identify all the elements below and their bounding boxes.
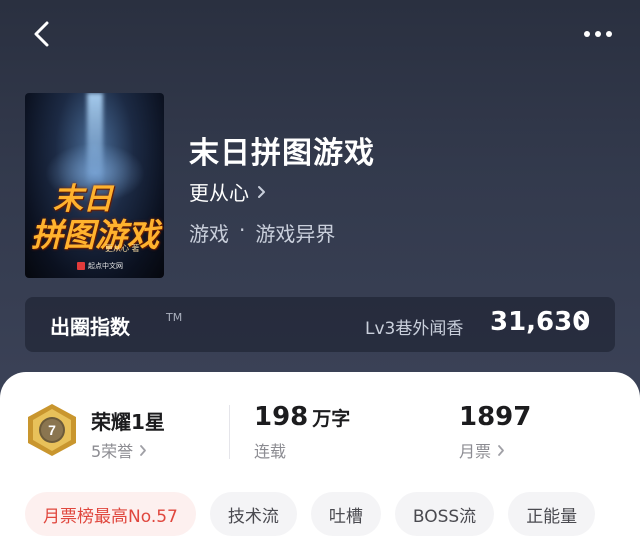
tag-item[interactable]: BOSS流 — [394, 492, 495, 536]
author-name: 更从心 — [189, 181, 249, 205]
index-trademark: TM — [166, 311, 183, 324]
more-horizontal-icon — [584, 31, 612, 37]
back-button[interactable] — [26, 18, 58, 50]
chevron-right-icon — [498, 444, 504, 456]
index-label: 出圈指数 — [50, 315, 130, 339]
cover-title-line1: 末日 — [53, 182, 113, 217]
tag-item[interactable]: 技术流 — [209, 492, 297, 536]
genre-category[interactable]: 游戏 — [189, 218, 229, 247]
index-value: 31,630 — [490, 307, 591, 337]
honor-count: 5荣誉 — [91, 442, 134, 461]
chevron-right-icon — [577, 315, 587, 331]
author-link[interactable]: 更从心 — [189, 177, 266, 206]
honor-badge-icon[interactable]: 7 — [26, 403, 78, 457]
popularity-index-card[interactable]: 出圈指数 TM Lv3巷外闻香 31,630 — [25, 297, 615, 352]
chevron-left-icon — [34, 21, 49, 47]
monthly-votes-label: 月票 — [459, 442, 492, 461]
cover-publisher: 起点中文网 — [77, 261, 123, 271]
word-count-number: 198 — [254, 402, 309, 432]
book-stats-sheet: 7 荣耀1星 5荣誉 198 万字 连载 1897 月票 月票榜最高No.57 … — [0, 372, 640, 557]
book-title: 末日拼图游戏 — [189, 136, 375, 171]
index-level: Lv3巷外闻香 — [365, 319, 464, 339]
serial-status: 连载 — [254, 442, 287, 461]
book-cover[interactable]: 末日 拼图游戏 更从心 著 起点中文网 — [25, 93, 164, 278]
cover-title: 末日 拼图游戏 — [31, 182, 159, 252]
chevron-right-icon — [140, 444, 147, 456]
more-button[interactable] — [576, 18, 620, 50]
cover-light-beam — [87, 93, 103, 183]
chevron-right-icon — [258, 185, 265, 198]
honor-title: 荣耀1星 — [91, 410, 165, 434]
stats-divider — [229, 405, 230, 459]
tag-item[interactable]: 正能量 — [508, 492, 596, 536]
genre-row: 游戏 · 游戏异界 — [189, 218, 335, 247]
genre-separator: · — [239, 218, 246, 242]
word-count: 198 万字 — [254, 402, 350, 432]
cover-publisher-name: 起点中文网 — [88, 262, 123, 270]
honor-link[interactable]: 5荣誉 — [91, 438, 147, 462]
cover-author: 更从心 著 — [105, 244, 140, 253]
publisher-logo-icon — [77, 262, 85, 270]
badge-number: 7 — [48, 422, 56, 438]
tag-monthly-rank[interactable]: 月票榜最高No.57 — [25, 492, 196, 536]
genre-subcategory[interactable]: 游戏异界 — [255, 218, 335, 247]
tag-list: 月票榜最高No.57 技术流 吐槽 BOSS流 正能量 — [25, 492, 596, 536]
tag-item[interactable]: 吐槽 — [310, 492, 381, 536]
book-header: 末日 拼图游戏 更从心 著 起点中文网 末日拼图游戏 更从心 游戏 · 游戏异界… — [0, 0, 640, 400]
monthly-votes-count: 1897 — [459, 402, 532, 432]
monthly-votes-link[interactable]: 月票 — [459, 438, 505, 462]
word-count-unit: 万字 — [312, 408, 351, 430]
